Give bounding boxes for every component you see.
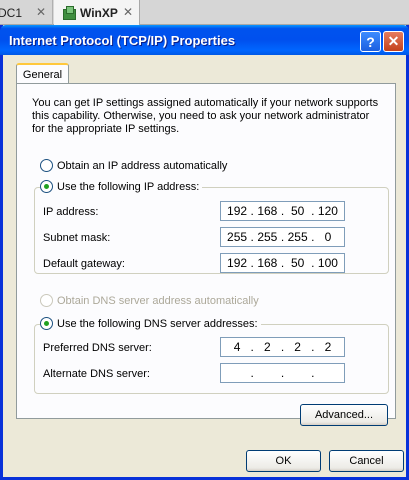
octet: 255: [227, 230, 248, 244]
radio-button[interactable]: [40, 180, 53, 193]
ok-button-label: OK: [275, 455, 292, 467]
subnet-mask-label: Subnet mask:: [43, 232, 111, 244]
radio-label: Use the following IP address:: [57, 180, 200, 193]
radio-label: Use the following DNS server addresses:: [57, 317, 258, 330]
octet: 192: [227, 204, 248, 218]
octet: 0: [324, 230, 332, 244]
radio-label: Obtain DNS server address automatically: [57, 294, 259, 307]
octet: 100: [317, 256, 338, 270]
octet: 192: [227, 256, 248, 270]
help-button[interactable]: ?: [360, 31, 381, 52]
radio-button[interactable]: [40, 294, 53, 307]
octet: 168: [257, 256, 278, 270]
vm-tab-label: DC1: [0, 5, 23, 20]
subnet-mask-field[interactable]: 255. 255. 255. 0: [220, 227, 345, 247]
radio-button[interactable]: [40, 159, 53, 172]
close-icon: ✕: [387, 33, 400, 49]
ip-address-field[interactable]: 192. 168. 50. 120: [220, 201, 345, 221]
preferred-dns-field[interactable]: 4. 2. 2. 2: [220, 337, 345, 357]
alternate-dns-field[interactable]: . . .: [220, 363, 345, 383]
tab-general-label: General: [22, 68, 63, 81]
description-text: You can get IP settings assigned automat…: [32, 97, 379, 135]
octet: 168: [257, 204, 278, 218]
vm-icon: [62, 5, 76, 20]
title-bar[interactable]: Internet Protocol (TCP/IP) Properties ? …: [0, 25, 409, 55]
default-gateway-field[interactable]: 192. 168. 50. 100: [220, 253, 345, 273]
cancel-button-label: Cancel: [349, 455, 384, 467]
close-icon[interactable]: ✕: [36, 5, 46, 19]
help-icon: ?: [366, 33, 375, 50]
octet: 4: [233, 340, 241, 354]
tab-general[interactable]: General: [16, 63, 69, 84]
octet: 255: [287, 230, 308, 244]
general-tab-panel: You can get IP settings assigned automat…: [16, 83, 396, 426]
octet: 2: [294, 340, 301, 354]
vm-tab-strip: DC1 ✕ WinXP ✕: [0, 0, 409, 25]
octet: 255: [257, 230, 278, 244]
radio-obtain-dns-auto[interactable]: Obtain DNS server address automatically: [40, 294, 259, 307]
close-button[interactable]: ✕: [383, 31, 404, 52]
vm-tab-label: WinXP: [80, 5, 118, 20]
dns-server-group: [34, 324, 389, 394]
vm-tab-winxp[interactable]: WinXP ✕: [54, 0, 140, 25]
radio-button[interactable]: [40, 317, 53, 330]
radio-use-following-dns[interactable]: Use the following DNS server addresses:: [40, 317, 261, 330]
radio-use-following-ip[interactable]: Use the following IP address:: [40, 180, 203, 193]
radio-obtain-ip-auto[interactable]: Obtain an IP address automatically: [40, 159, 227, 172]
octet: 50: [290, 204, 305, 218]
window-title: Internet Protocol (TCP/IP) Properties: [9, 33, 236, 48]
ip-address-label: IP address:: [43, 206, 99, 218]
preferred-dns-label: Preferred DNS server:: [43, 342, 152, 354]
octet: 50: [290, 256, 305, 270]
alternate-dns-label: Alternate DNS server:: [43, 368, 150, 380]
default-gateway-label: Default gateway:: [43, 258, 125, 270]
vm-tab-dc1[interactable]: DC1 ✕: [0, 0, 53, 25]
radio-label: Obtain an IP address automatically: [57, 159, 228, 172]
advanced-button-label: Advanced...: [314, 409, 374, 421]
cancel-button[interactable]: Cancel: [329, 450, 404, 472]
octet: 120: [317, 204, 338, 218]
advanced-button[interactable]: Advanced...: [300, 404, 388, 426]
tcpip-properties-window: Internet Protocol (TCP/IP) Properties ? …: [0, 25, 409, 480]
octet: 2: [264, 340, 271, 354]
octet: 2: [324, 340, 332, 354]
ok-button[interactable]: OK: [246, 450, 321, 472]
close-icon[interactable]: ✕: [123, 5, 133, 19]
